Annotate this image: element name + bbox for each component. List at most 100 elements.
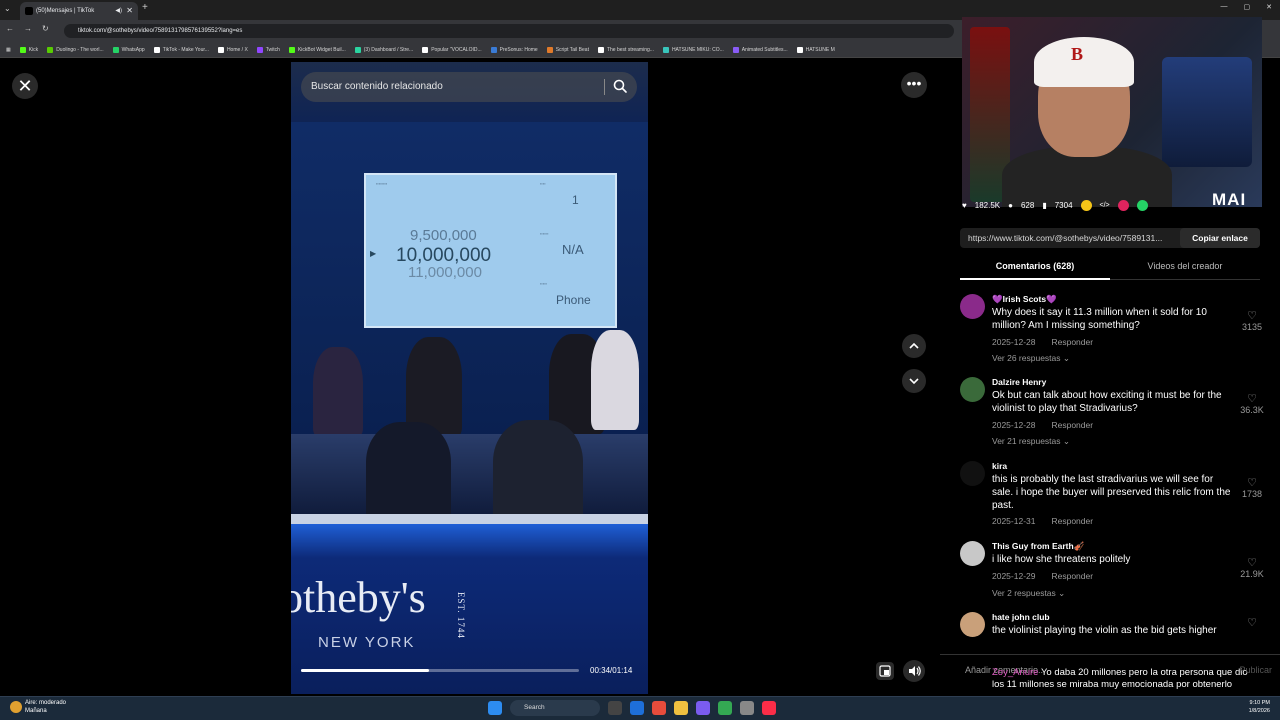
bookmark-item[interactable]: Animated Subtitles...: [732, 46, 788, 53]
cap-logo: B: [1071, 44, 1084, 64]
windows-start-icon[interactable]: [488, 701, 502, 715]
bookmark-item[interactable]: Script Tail Beat: [546, 46, 589, 53]
comment-username[interactable]: Dalzire Henry: [992, 377, 1046, 387]
app-icon[interactable]: [652, 701, 666, 715]
bookmark-item[interactable]: The best streaming...: [597, 46, 654, 53]
reload-icon[interactable]: ↻: [42, 24, 49, 33]
heart-outline-icon[interactable]: ♡: [1238, 392, 1266, 405]
view-replies-button[interactable]: Ver 2 respuestas ⌄: [992, 588, 1065, 599]
url-field[interactable]: tiktok.com/@sothebys/video/7589131798576…: [64, 24, 954, 38]
comment-username[interactable]: 💜Irish Scots💜: [992, 294, 1057, 305]
bookmark-item[interactable]: (3) Dashboard / Stre...: [354, 46, 413, 53]
bookmark-item[interactable]: Twitch: [256, 46, 280, 53]
avatar[interactable]: [960, 377, 985, 402]
comment-like[interactable]: ♡ 21.9K: [1238, 556, 1266, 579]
system-clock[interactable]: 9:10 PM 1/8/2026: [1249, 699, 1270, 715]
bookmark-favicon-icon: [288, 46, 295, 53]
file-explorer-icon[interactable]: [674, 701, 688, 715]
more-options-icon[interactable]: •••: [901, 72, 927, 98]
picture-in-picture-icon[interactable]: [876, 662, 894, 680]
volume-icon[interactable]: [903, 660, 925, 682]
browser-tab[interactable]: (50)Mensajes | TikTok ◀) ✕: [20, 2, 138, 20]
view-replies-button[interactable]: Ver 26 respuestas ⌄: [992, 353, 1070, 364]
comment-username[interactable]: kira: [992, 461, 1007, 471]
comment-like[interactable]: ♡ 1738: [1238, 476, 1266, 499]
bookmark-item[interactable]: Home / X: [217, 46, 248, 53]
whatsapp-icon[interactable]: [1136, 200, 1148, 211]
bookmark-item[interactable]: Kick: [19, 46, 38, 53]
heart-outline-icon[interactable]: ♡: [1238, 616, 1266, 629]
apps-grid-icon[interactable]: ▦: [6, 47, 11, 53]
bookmark-label: Duolingo - The worl...: [56, 46, 104, 53]
comment-like[interactable]: ♡: [1238, 616, 1266, 629]
tab-comments[interactable]: Comentarios (628): [960, 256, 1110, 280]
speaker-icon[interactable]: ◀): [115, 2, 122, 20]
bookmark-item[interactable]: Popular "VOCALOID...: [422, 46, 482, 53]
search-input[interactable]: Buscar contenido relacionado: [311, 81, 443, 92]
comment-like-count: 21.9K: [1240, 569, 1264, 579]
related-search-bar[interactable]: Buscar contenido relacionado: [301, 72, 637, 102]
avatar[interactable]: [960, 541, 985, 566]
bookmark-label: HATSUNE M: [805, 46, 835, 53]
bookmark-icon[interactable]: ▮: [1042, 201, 1046, 210]
share-icon[interactable]: [1117, 200, 1129, 211]
maximize-icon[interactable]: ▢: [1244, 3, 1251, 11]
comment-like[interactable]: ♡ 36.3K: [1238, 392, 1266, 415]
edge-icon[interactable]: [630, 701, 644, 715]
avatar[interactable]: [960, 294, 985, 319]
reply-button[interactable]: Responder: [1051, 516, 1093, 526]
publish-button[interactable]: Publicar: [1239, 665, 1272, 675]
close-icon[interactable]: ✕: [12, 73, 38, 99]
app-icon[interactable]: [696, 701, 710, 715]
heart-outline-icon[interactable]: ♡: [1238, 476, 1266, 489]
copy-link-button[interactable]: Copiar enlace: [1180, 228, 1260, 248]
comment-meta: 2025-12-28 Responder: [992, 337, 1093, 347]
comment-like-count: 1738: [1241, 489, 1263, 499]
tab-close-icon[interactable]: ✕: [126, 2, 133, 20]
video-player[interactable]: ▪▪▪▪▪▪▪▪ ▪▪▪▪ ▪▪▪▪▪▪ ▪▪▪▪▪ ▶ 9,500,000 1…: [291, 62, 648, 694]
close-window-icon[interactable]: ✕: [1266, 3, 1272, 11]
progress-bar[interactable]: [301, 669, 579, 672]
comment-like[interactable]: ♡ 3135: [1238, 309, 1266, 332]
comment-username[interactable]: This Guy from Earth🎻: [992, 541, 1084, 552]
minimize-icon[interactable]: —: [1221, 3, 1228, 11]
heart-outline-icon[interactable]: ♡: [1238, 556, 1266, 569]
avatar[interactable]: [960, 612, 985, 637]
chrome-icon[interactable]: [718, 701, 732, 715]
avatar[interactable]: [960, 461, 985, 486]
comment-icon[interactable]: ●: [1008, 201, 1013, 210]
tab-search-icon[interactable]: ⌄: [4, 4, 11, 13]
share-coin-icon[interactable]: [1080, 200, 1092, 211]
bookmark-item[interactable]: WhatsApp: [112, 46, 145, 53]
music-icon[interactable]: [762, 701, 776, 715]
bookmark-item[interactable]: HATSUNE MIKU: CO...: [662, 46, 724, 53]
bookmark-item[interactable]: HATSUNE M: [796, 46, 835, 53]
bookmark-label: Animated Subtitles...: [741, 46, 788, 53]
view-replies-button[interactable]: Ver 21 respuestas ⌄: [992, 436, 1070, 447]
forward-icon[interactable]: →: [24, 24, 32, 33]
bookmark-item[interactable]: KickBot Widget Buil...: [288, 46, 346, 53]
reply-button[interactable]: Responder: [1051, 571, 1093, 581]
tab-creator-videos[interactable]: Videos del creador: [1110, 256, 1260, 280]
reply-button[interactable]: Responder: [1051, 420, 1093, 430]
new-tab-button[interactable]: +: [142, 2, 148, 13]
screen-label: ▪▪▪▪▪: [540, 281, 548, 286]
bookmark-item[interactable]: Duolingo - The worl...: [47, 46, 104, 53]
taskbar-search[interactable]: Search: [510, 700, 600, 716]
bookmark-item[interactable]: PreSonus: Home: [490, 46, 538, 53]
weather-icon: [10, 701, 22, 713]
tiktok-favicon-icon: [25, 7, 33, 15]
settings-icon[interactable]: [740, 701, 754, 715]
heart-outline-icon[interactable]: ♡: [1238, 309, 1266, 322]
comment-username[interactable]: hate john club: [992, 612, 1050, 622]
embed-icon[interactable]: </>: [1100, 202, 1110, 209]
previous-video-button[interactable]: [902, 334, 926, 358]
search-icon[interactable]: [612, 78, 628, 94]
back-icon[interactable]: ←: [6, 24, 14, 33]
heart-icon[interactable]: ♥: [962, 201, 967, 210]
clock-date: 1/8/2026: [1248, 708, 1270, 714]
bookmark-item[interactable]: TikTok - Make Your...: [153, 46, 209, 53]
reply-button[interactable]: Responder: [1051, 337, 1093, 347]
next-video-button[interactable]: [902, 369, 926, 393]
task-view-icon[interactable]: [608, 701, 622, 715]
